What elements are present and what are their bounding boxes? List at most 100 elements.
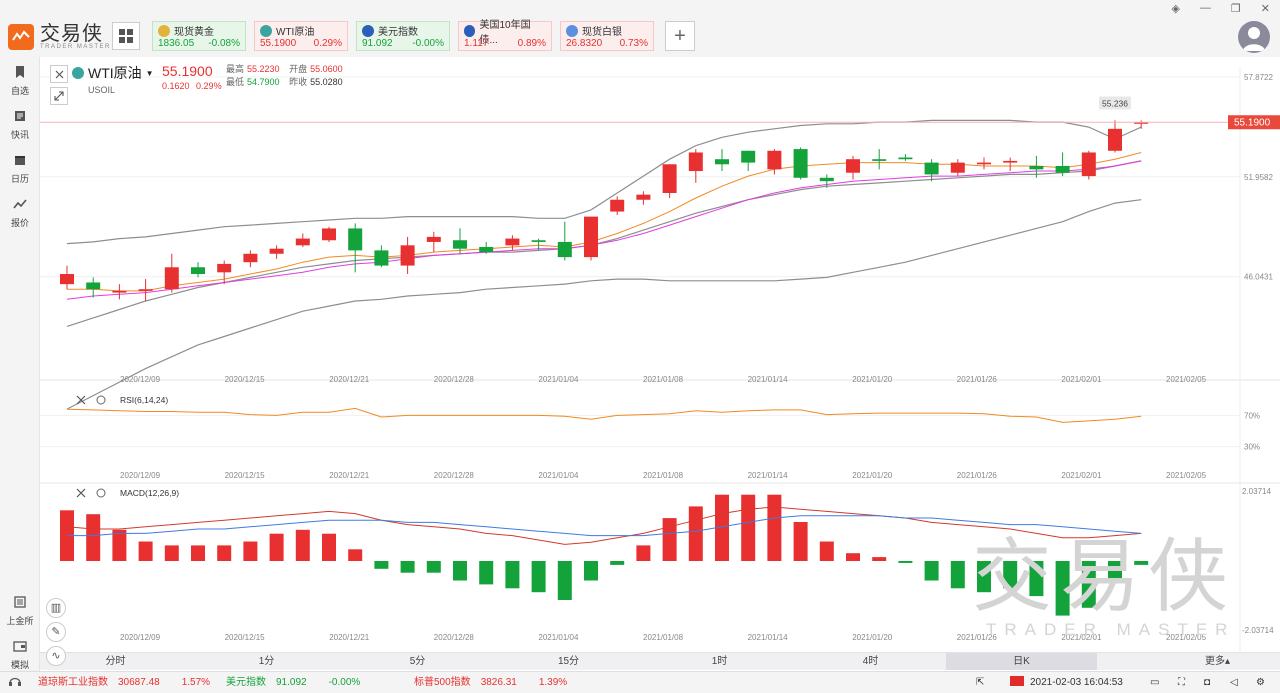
candle-body[interactable] [112,290,127,293]
screenshot-icon[interactable]: ◘ [1204,672,1210,693]
add-ticker-button[interactable]: + [665,21,695,51]
candle-body[interactable] [1029,165,1044,170]
timeframe-tab[interactable]: 5分 [342,653,493,670]
candle-body[interactable] [505,238,520,246]
date-axis-label: 2021/01/14 [748,471,789,480]
candle-body[interactable] [269,248,284,254]
support-icon[interactable] [8,672,22,693]
candle-body[interactable] [741,150,756,163]
candle-body[interactable] [217,263,232,273]
layout-grid-button[interactable] [112,22,140,50]
status-index-item[interactable]: 美元指数 91.092 -0.00% [226,672,360,693]
candle-body[interactable] [688,152,703,172]
close-icon[interactable]: ✕ [1261,2,1270,15]
candle-body[interactable] [662,164,677,193]
candle-body[interactable] [400,245,415,266]
prev-close-label: 昨收 [289,77,308,87]
candle-body[interactable] [950,162,965,173]
ticker-card[interactable]: 现货白银 26.8320 0.73% [560,21,654,51]
timeframe-tab[interactable]: 1时 [644,653,795,670]
ticker-card[interactable]: WTI原油 55.1900 0.29% [254,21,348,51]
price-change: 0.1620 [162,81,190,91]
macd-histogram-bar [86,514,101,561]
ticker-card[interactable]: 现货黄金 1836.05 -0.08% [152,21,246,51]
ticker-card[interactable]: 美元指数 91.092 -0.00% [356,21,450,51]
symbol-selector[interactable]: WTI原油 ▼ USOIL [72,63,154,95]
candle-body[interactable] [322,228,336,241]
candle-body[interactable] [531,240,546,242]
macd-histogram-bar [243,541,258,561]
news-icon [15,111,25,121]
candle-body[interactable] [191,267,205,275]
candle-body[interactable] [1081,152,1096,177]
settings-icon[interactable]: ◈ [1171,2,1179,15]
sidebar-item[interactable]: 报价 [0,197,40,229]
sidebar-item-label: 模拟 [10,660,29,670]
date-axis-label: 2021/02/01 [1061,375,1102,384]
macd-histogram-bar [872,557,887,561]
candle-body[interactable] [715,159,729,165]
chart-close-button[interactable] [50,65,68,83]
candle-body[interactable] [924,162,939,175]
candle-body[interactable] [348,228,363,251]
fullscreen-icon[interactable]: ⛶ [1178,672,1185,693]
candle-body[interactable] [1003,160,1018,163]
user-avatar[interactable] [1238,21,1270,53]
candle-body[interactable] [479,247,494,253]
candle-body[interactable] [374,250,389,266]
ohlc-info: 最高 55.2230 开盘 55.0600 最低 54.7900 昨收 55.0280 [226,63,346,89]
date-axis-label: 2020/12/15 [225,633,266,642]
candle-body[interactable] [872,159,887,161]
candle-type-button[interactable]: ▥ [46,598,66,618]
status-index-item[interactable]: 标普500指数 3826.31 1.39% [414,672,567,693]
sidebar-item[interactable]: 快讯 [0,109,40,141]
candle-body[interactable] [295,238,310,246]
date-axis-label: 2021/01/20 [852,471,893,480]
candle-body[interactable] [243,253,258,263]
sidebar-item[interactable]: 模拟 [0,639,40,671]
settings-gear-icon[interactable]: ⚙ [1256,672,1265,693]
ticker-change: 0.29% [313,38,342,49]
timeframe-more-button[interactable]: 更多▴ [1097,653,1280,670]
candle-body[interactable] [636,194,651,200]
ticker-icon [260,24,272,37]
status-index-item[interactable]: 道琼斯工业指数 30687.48 1.57% [38,672,210,693]
china-flag-icon [1010,676,1024,687]
candle-body[interactable] [793,149,808,178]
candle-body[interactable] [977,162,991,165]
candle-body[interactable] [557,241,572,258]
candle-body[interactable] [1055,165,1070,173]
sidebar-item[interactable]: 上金所 [0,595,40,627]
sidebar-item[interactable]: 自选 [0,65,40,97]
candle-body[interactable] [1108,128,1122,151]
pen-tool-button[interactable]: ✎ [46,622,66,642]
candle-body[interactable] [60,274,74,285]
candle-body[interactable] [453,240,467,249]
ticker-card[interactable]: 美国10年国债... 1.117 0.89% [458,20,552,51]
candle-body[interactable] [898,157,913,160]
candle-body[interactable] [819,177,834,182]
restore-icon[interactable]: ❐ [1231,2,1241,15]
cursor-mode-icon[interactable]: ⇱ [976,672,984,693]
candle-body[interactable] [86,282,101,290]
chart-expand-button[interactable] [50,87,68,105]
candle-body[interactable] [426,236,441,242]
date-axis-label: 2020/12/15 [225,375,266,384]
price-chart[interactable]: 57.872251.958246.04312020/12/09 2020/12/1… [40,57,1280,652]
timeframe-tab[interactable]: 4时 [795,653,946,670]
indicator-button[interactable]: ∿ [46,646,66,666]
candle-body[interactable] [584,216,598,258]
sound-off-icon[interactable]: ◁ [1230,672,1238,693]
minimize-icon[interactable]: — [1200,2,1211,15]
notification-off-icon[interactable]: ▭ [1150,672,1159,693]
timeframe-tab[interactable]: 15分 [493,653,644,670]
macd-histogram-bar [1108,561,1122,581]
candle-body[interactable] [610,199,625,212]
candle-body[interactable] [767,150,782,170]
sidebar-item[interactable]: 日历 [0,153,40,185]
candle-body[interactable] [164,267,179,290]
candle-body[interactable] [846,159,860,173]
timeframe-tab[interactable]: 日K [946,653,1097,670]
candle-body[interactable] [138,289,153,291]
timeframe-tab[interactable]: 1分 [191,653,342,670]
